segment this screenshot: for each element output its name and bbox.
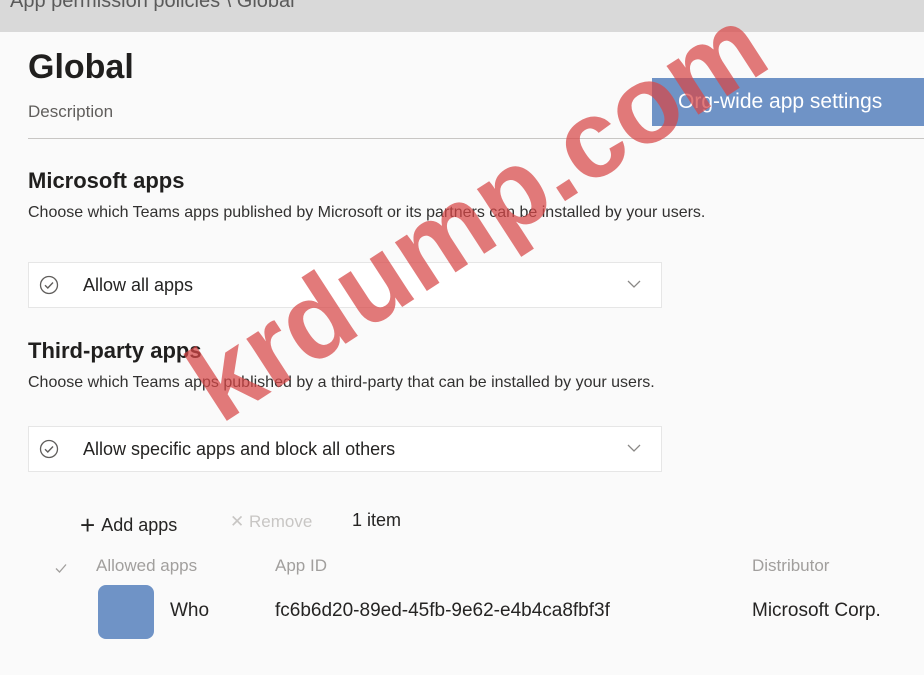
item-count: 1 item [352, 510, 402, 530]
third-party-apps-selected-option: Allow specific apps and block all others [83, 439, 396, 459]
microsoft-apps-description: Choose which Teams apps published by Mic… [28, 204, 706, 221]
page-description: Description [28, 102, 114, 121]
app-distributor: Microsoft Corp. [752, 600, 881, 621]
remove-label: Remove [248, 512, 313, 531]
org-wide-app-settings-button[interactable]: Org-wide app settings [652, 78, 924, 126]
microsoft-apps-selected-option: Allow all apps [83, 275, 194, 295]
third-party-apps-dropdown[interactable]: Allow specific apps and block all others [28, 426, 662, 472]
close-icon: ✕ [230, 512, 245, 531]
breadcrumb-bar: App permission policies \ Global [0, 0, 924, 32]
third-party-apps-description: Choose which Teams apps published by a t… [28, 374, 655, 391]
microsoft-apps-dropdown[interactable]: Allow all apps [28, 262, 662, 308]
column-header-distributor[interactable]: Distributor [752, 556, 829, 576]
circle-check-icon [39, 275, 59, 295]
chevron-down-icon [627, 280, 641, 288]
breadcrumb: App permission policies \ Global [10, 0, 295, 12]
column-header-allowed-apps[interactable]: Allowed apps [96, 556, 197, 576]
circle-check-icon [39, 439, 59, 459]
column-header-app-id[interactable]: App ID [275, 556, 327, 576]
plus-icon: + [80, 510, 96, 540]
app-name: Who [170, 600, 210, 621]
third-party-apps-title: Third-party apps [28, 338, 202, 363]
microsoft-apps-title: Microsoft apps [28, 168, 185, 193]
app-icon [98, 585, 154, 639]
chevron-down-icon [627, 444, 641, 452]
add-apps-label: Add apps [101, 515, 178, 535]
header-divider [28, 138, 924, 139]
app-permission-policy-page: App permission policies \ Global Global … [0, 0, 924, 675]
page-title: Global [28, 48, 134, 86]
remove-button[interactable]: ✕ Remove [230, 512, 312, 532]
app-id: fc6b6d20-89ed-45fb-9e62-e4b4ca8fbf3f [275, 600, 610, 621]
select-all-checkmark-icon[interactable] [54, 561, 68, 575]
add-apps-button[interactable]: + Add apps [80, 510, 177, 541]
